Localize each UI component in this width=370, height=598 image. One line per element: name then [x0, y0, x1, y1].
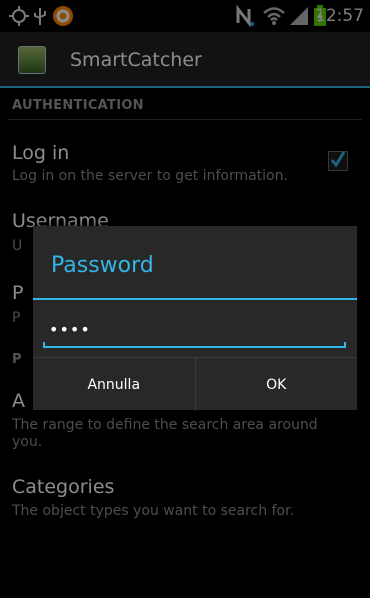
input-underline: [43, 346, 346, 348]
ok-button[interactable]: OK: [194, 358, 358, 411]
password-input[interactable]: ••••: [43, 314, 346, 348]
password-dialog: Password •••• Annulla OK: [33, 226, 357, 411]
cancel-button[interactable]: Annulla: [33, 358, 195, 411]
password-value: ••••: [49, 320, 91, 339]
dialog-button-bar: Annulla OK: [33, 357, 357, 411]
dialog-title-divider: [33, 298, 357, 300]
dialog-title: Password: [51, 253, 154, 278]
